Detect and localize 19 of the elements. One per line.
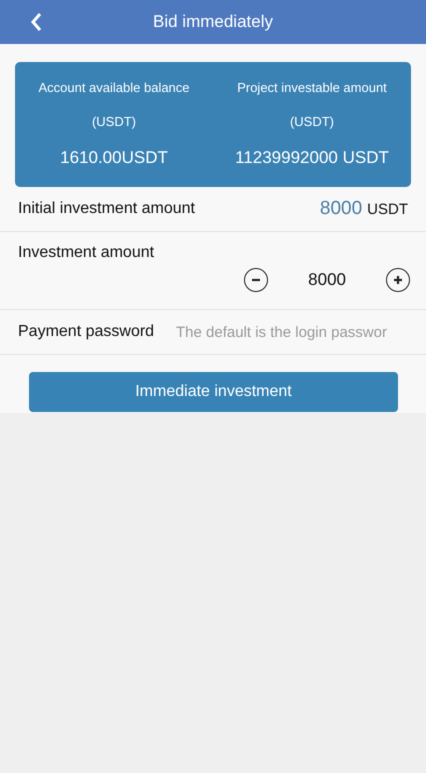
summary-value: 11239992000 USDT: [235, 148, 389, 168]
decrease-button[interactable]: [244, 268, 268, 292]
amount-value: 8000: [308, 270, 346, 290]
field-label: Payment password: [18, 323, 154, 341]
back-icon: [30, 12, 42, 32]
summary-unit: (USDT): [92, 114, 136, 131]
field-label: Investment amount: [18, 244, 156, 262]
page-title: Bid immediately: [153, 12, 273, 32]
summary-label: Project investable amount: [237, 80, 387, 97]
plus-icon: [393, 275, 403, 285]
initial-amount: 8000: [320, 198, 362, 219]
invest-button[interactable]: Immediate investment: [29, 372, 398, 412]
summary-value: 1610.00USDT: [60, 148, 168, 168]
summary-label: Account available balance: [38, 80, 190, 97]
field-label: Initial investment amount: [18, 200, 195, 218]
increase-button[interactable]: [386, 268, 410, 292]
summary-unit: (USDT): [290, 114, 334, 131]
password-field[interactable]: The default is the login passwor: [176, 324, 408, 340]
currency-unit: USDT: [367, 201, 408, 218]
